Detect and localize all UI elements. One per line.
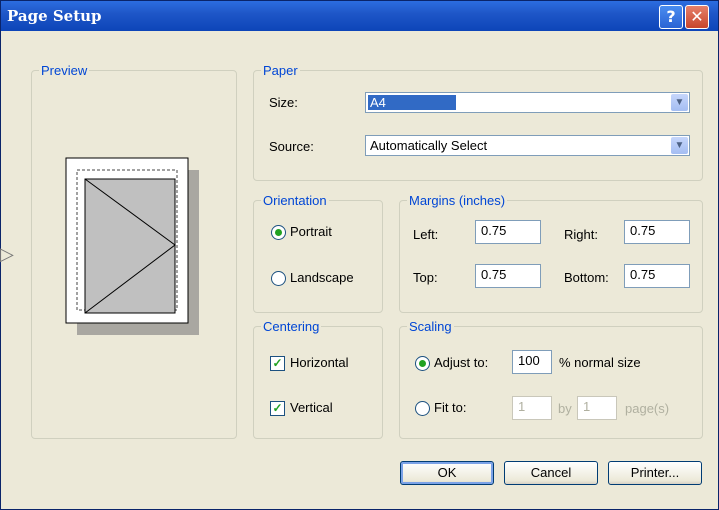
adjust-to-input[interactable]: 100 [512, 350, 552, 374]
portrait-label[interactable]: Portrait [290, 224, 332, 239]
close-button[interactable]: ✕ [685, 5, 709, 29]
landscape-label[interactable]: Landscape [290, 270, 354, 285]
printer-button[interactable]: Printer... [608, 461, 702, 485]
preview-legend: Preview [41, 63, 88, 78]
size-label: Size: [269, 95, 298, 110]
chevron-down-icon[interactable]: ▼ [671, 94, 688, 111]
portrait-radio[interactable] [271, 225, 286, 240]
right-margin-label: Right: [564, 227, 598, 242]
adjust-to-radio[interactable] [415, 356, 430, 371]
fit-to-label[interactable]: Fit to: [434, 400, 467, 415]
left-margin-label: Left: [413, 227, 439, 242]
adjust-to-label[interactable]: Adjust to: [434, 355, 488, 370]
top-margin-label: Top: [413, 270, 438, 285]
scaling-group: Scaling [399, 319, 703, 439]
orientation-group: Orientation [253, 193, 383, 313]
size-value: A4 [370, 95, 386, 110]
orientation-legend: Orientation [263, 193, 327, 208]
page-setup-dialog: Page Setup ? ✕ Preview Paper Size: A4 ▼ … [0, 0, 719, 510]
margins-legend: Margins (inches) [409, 193, 506, 208]
fit-to-radio[interactable] [415, 401, 430, 416]
margins-group: Margins (inches) [399, 193, 703, 313]
help-button[interactable]: ? [659, 5, 683, 29]
fit-wide-input[interactable]: 1 [512, 396, 552, 420]
cursor-arrow-icon: ▷ [0, 244, 14, 264]
source-label: Source: [269, 139, 314, 154]
right-margin-input[interactable]: 0.75 [624, 220, 690, 244]
chevron-down-icon[interactable]: ▼ [671, 137, 688, 154]
fit-pages-suffix: page(s) [625, 401, 670, 416]
source-value: Automatically Select [370, 138, 488, 153]
source-select[interactable]: Automatically Select ▼ [365, 135, 690, 156]
left-margin-input[interactable]: 0.75 [475, 220, 541, 244]
bottom-margin-input[interactable]: 0.75 [624, 264, 690, 288]
paper-group: Paper [253, 63, 703, 181]
paper-legend: Paper [263, 63, 298, 78]
fit-by-label: by [558, 401, 572, 416]
title-bar[interactable]: Page Setup ? ✕ [1, 1, 718, 31]
vertical-label[interactable]: Vertical [290, 400, 333, 415]
ok-button[interactable]: OK [400, 461, 494, 485]
centering-legend: Centering [263, 319, 320, 334]
landscape-radio[interactable] [271, 271, 286, 286]
adjust-to-suffix: % normal size [559, 355, 641, 370]
size-select[interactable]: A4 ▼ [365, 92, 690, 113]
bottom-margin-label: Bottom: [564, 270, 609, 285]
page-preview-image [65, 157, 199, 335]
dialog-title: Page Setup [7, 7, 102, 25]
fit-tall-input[interactable]: 1 [577, 396, 617, 420]
top-margin-input[interactable]: 0.75 [475, 264, 541, 288]
cancel-button[interactable]: Cancel [504, 461, 598, 485]
horizontal-checkbox[interactable]: ✓ [270, 356, 285, 371]
vertical-checkbox[interactable]: ✓ [270, 401, 285, 416]
centering-group: Centering [253, 319, 383, 439]
scaling-legend: Scaling [409, 319, 452, 334]
horizontal-label[interactable]: Horizontal [290, 355, 349, 370]
